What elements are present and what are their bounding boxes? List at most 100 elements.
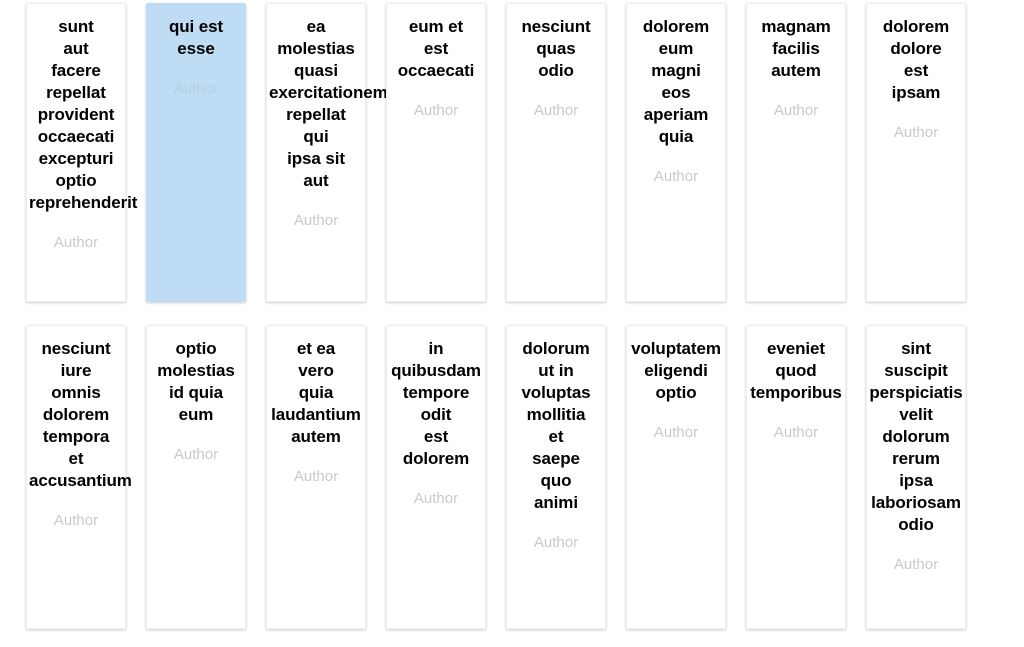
post-card-title-line: facilis: [772, 39, 820, 58]
post-card-title-line: magni: [651, 61, 701, 80]
post-card-title-line: eos: [661, 83, 691, 102]
post-card-title-line: quas: [536, 39, 576, 58]
post-card-title-line: dolorem: [642, 17, 710, 36]
post-card[interactable]: magnam facilis autem Author: [746, 3, 846, 302]
post-card-title-line: quasi: [294, 61, 338, 80]
post-card-title-line: temporibus: [750, 383, 842, 402]
post-card-title-line: occaecati: [397, 61, 475, 80]
post-card[interactable]: ea molestias quasi exercitationem repellat qu…: [266, 3, 388, 302]
post-card-title-line: laboriosam: [871, 493, 961, 512]
post-card[interactable]: eum et est occaecati Author: [386, 3, 486, 302]
post-card[interactable]: eveniet quod temporibus Author: [746, 325, 846, 629]
post-card-title-line: ut in: [538, 361, 574, 380]
post-card-title-line: facere: [51, 61, 101, 80]
post-card-title-line: suscipit: [884, 361, 948, 380]
post-card-title: eum et est occaecati: [387, 16, 485, 82]
post-card-title-line: aut: [303, 171, 329, 190]
post-card-title-line: eveniet: [767, 339, 825, 358]
post-card-author: Author: [653, 168, 699, 185]
post-card-title-line: accusantium: [29, 471, 132, 490]
post-card[interactable]: et ea vero quia laudantium autem Author: [266, 325, 366, 629]
post-card-title-line: reprehenderit: [29, 193, 138, 212]
post-card[interactable]: sint suscipit perspiciatis velit dolorum reru…: [866, 325, 966, 629]
post-card-title-line: id quia: [168, 383, 224, 402]
post-card-title-line: sint: [901, 339, 931, 358]
post-card-title-line: odio: [898, 515, 934, 534]
post-card-title-line: eum et: [408, 17, 464, 36]
post-card-title-line: odio: [538, 61, 574, 80]
post-card-title-line: et: [68, 449, 84, 468]
post-card[interactable]: sunt aut facere repellat provident occaecati e…: [26, 3, 138, 302]
post-card-title-line: qui est: [168, 17, 224, 36]
post-card-author: Author: [293, 468, 339, 485]
post-card-author: Author: [53, 234, 99, 251]
post-card-title: nesciunt quas odio: [507, 16, 605, 82]
post-card[interactable]: nesciunt iure omnis dolorem tempora et accusan…: [26, 325, 132, 629]
post-card-author: Author: [893, 556, 939, 573]
post-card-title-line: molestias: [277, 39, 355, 58]
post-card-title-line: animi: [534, 493, 578, 512]
post-card-title: nesciunt iure omnis dolorem tempora et accusan…: [27, 338, 132, 492]
post-card-title: et ea vero quia laudantium autem: [267, 338, 365, 448]
post-card-title-line: magnam: [761, 17, 831, 36]
post-card-title: in quibusdam tempore odit est dolorem: [387, 338, 485, 470]
post-card-title: dolorem dolore est ipsam: [867, 16, 965, 104]
post-card-title-line: rerum: [892, 449, 940, 468]
post-card-author: Author: [533, 102, 579, 119]
post-card[interactable]: qui est esse Author: [146, 3, 246, 302]
post-card[interactable]: voluptatem eligendi optio Author: [626, 325, 726, 629]
post-card-title-line: ipsa sit: [287, 149, 345, 168]
post-card-title-line: iure: [60, 361, 92, 380]
post-card[interactable]: in quibusdam tempore odit est dolorem Author: [386, 325, 486, 629]
post-card-title-line: saepe: [532, 449, 580, 468]
post-card-title-line: eligendi: [644, 361, 708, 380]
post-card-title-line: tempora: [42, 427, 110, 446]
post-card-author: Author: [533, 534, 579, 551]
post-card-title-line: mollitia: [526, 405, 586, 424]
post-card-title-line: qui: [303, 127, 329, 146]
post-card-title: sint suscipit perspiciatis velit dolorum reru…: [867, 338, 965, 536]
post-card-title-line: voluptas: [521, 383, 591, 402]
post-card-title-line: eum: [178, 405, 214, 424]
post-card-author: Author: [773, 102, 819, 119]
post-card-title-line: dolorem: [402, 449, 470, 468]
post-card-title-line: dolore: [890, 39, 942, 58]
post-card-title-line: dolorem: [42, 405, 110, 424]
post-card-title-line: optio: [655, 383, 697, 402]
post-card-author: Author: [653, 424, 699, 441]
post-card-author: Author: [53, 512, 99, 529]
post-card-title: dolorem eum magni eos aperiam quia: [627, 16, 725, 148]
post-card-title-line: aperiam: [643, 105, 709, 124]
post-card-title-line: aut: [63, 39, 89, 58]
post-card-title-line: in: [428, 339, 444, 358]
post-card-title: dolorum ut in voluptas mollitia et saepe quo an…: [507, 338, 605, 514]
post-card[interactable]: dolorem dolore est ipsam Author: [866, 3, 966, 302]
post-card-title-line: tempore: [402, 383, 470, 402]
post-card-title-line: molestias: [157, 361, 235, 380]
post-card-title-line: autem: [771, 61, 821, 80]
post-card-title-line: nesciunt: [41, 339, 111, 358]
post-card-title-line: et ea: [296, 339, 336, 358]
post-card-author: Author: [173, 446, 219, 463]
post-card-author: Author: [893, 124, 939, 141]
post-card[interactable]: dolorum ut in voluptas mollitia et saepe quo an…: [506, 325, 606, 629]
card-row: nesciunt iure omnis dolorem tempora et accusan…: [26, 325, 992, 629]
post-card[interactable]: nesciunt quas odio Author: [506, 3, 606, 302]
post-card[interactable]: optio molestias id quia eum Author: [146, 325, 246, 629]
post-card-title: voluptatem eligendi optio: [627, 338, 725, 404]
post-card[interactable]: dolorem eum magni eos aperiam quia Author: [626, 3, 726, 302]
post-card-title: qui est esse: [147, 16, 245, 60]
post-card-title-line: exercitationem: [269, 83, 388, 102]
post-card-board: sunt aut facere repellat provident occaecati e…: [0, 0, 1024, 647]
post-card-title-line: repellat: [286, 105, 346, 124]
post-card-title: sunt aut facere repellat provident occaecati e…: [27, 16, 138, 214]
post-card-title-line: dolorem: [882, 17, 950, 36]
card-row: sunt aut facere repellat provident occaecati e…: [26, 3, 992, 302]
post-card-title: eveniet quod temporibus: [747, 338, 845, 404]
post-card-author: Author: [413, 490, 459, 507]
post-card-title-line: autem: [291, 427, 341, 446]
post-card-author: Author: [773, 424, 819, 441]
post-card-title-line: vero: [298, 361, 334, 380]
post-card-title-line: dolorum: [522, 339, 590, 358]
post-card-title-line: quia: [298, 383, 334, 402]
